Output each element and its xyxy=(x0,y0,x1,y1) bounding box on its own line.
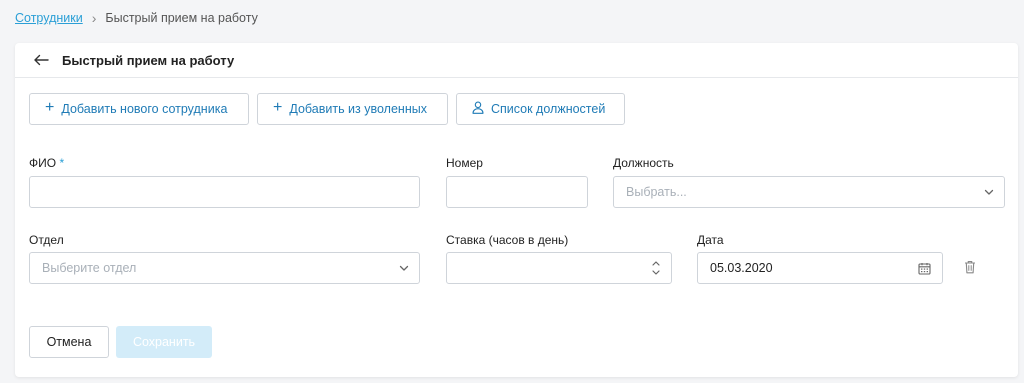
arrow-left-icon[interactable] xyxy=(33,54,49,66)
page-title: Быстрый прием на работу xyxy=(62,52,235,68)
department-placeholder: Выберите отдел xyxy=(42,261,137,275)
cancel-button[interactable]: Отмена xyxy=(29,326,109,358)
add-new-employee-label: Добавить нового сотрудника xyxy=(61,102,228,116)
add-from-fired-label: Добавить из уволенных xyxy=(289,102,427,116)
fio-label-text: ФИО xyxy=(29,156,57,170)
breadcrumb-current: Быстрый прием на работу xyxy=(105,11,258,25)
add-from-fired-button[interactable]: + Добавить из уволенных xyxy=(257,93,448,125)
number-input[interactable] xyxy=(446,176,588,208)
breadcrumb-separator: › xyxy=(91,10,97,26)
plus-icon: + xyxy=(45,99,55,116)
position-label: Должность xyxy=(613,156,674,170)
number-label: Номер xyxy=(446,156,483,170)
breadcrumb: Сотрудники › Быстрый прием на работу xyxy=(15,10,258,26)
stepper-icon[interactable] xyxy=(651,259,661,277)
quick-hire-card: Быстрый прием на работу + Добавить новог… xyxy=(15,43,1018,377)
department-select[interactable]: Выберите отдел xyxy=(29,252,420,284)
add-new-employee-button[interactable]: + Добавить нового сотрудника xyxy=(29,93,249,125)
user-icon xyxy=(472,101,484,117)
breadcrumb-link-employees[interactable]: Сотрудники xyxy=(15,11,83,25)
calendar-icon[interactable] xyxy=(918,262,931,275)
save-button[interactable]: Сохранить xyxy=(116,326,212,358)
position-placeholder: Выбрать... xyxy=(626,185,687,199)
chevron-down-icon xyxy=(984,189,994,195)
rate-input[interactable] xyxy=(446,252,672,284)
department-label: Отдел xyxy=(29,233,64,247)
position-select[interactable]: Выбрать... xyxy=(613,176,1005,208)
toolbar: + Добавить нового сотрудника + Добавить … xyxy=(29,93,625,125)
date-value: 05.03.2020 xyxy=(710,261,773,275)
positions-list-label: Список должностей xyxy=(491,102,606,116)
trash-icon[interactable] xyxy=(964,260,976,274)
card-header: Быстрый прием на работу xyxy=(15,43,1018,78)
chevron-down-icon xyxy=(399,265,409,271)
date-input[interactable]: 05.03.2020 xyxy=(697,252,943,284)
plus-icon: + xyxy=(273,99,283,116)
fio-label: ФИО * xyxy=(29,156,64,170)
fio-input[interactable] xyxy=(29,176,420,208)
rate-label: Ставка (часов в день) xyxy=(446,233,569,247)
required-mark: * xyxy=(59,156,65,170)
positions-list-button[interactable]: Список должностей xyxy=(456,93,625,125)
date-label: Дата xyxy=(697,233,724,247)
